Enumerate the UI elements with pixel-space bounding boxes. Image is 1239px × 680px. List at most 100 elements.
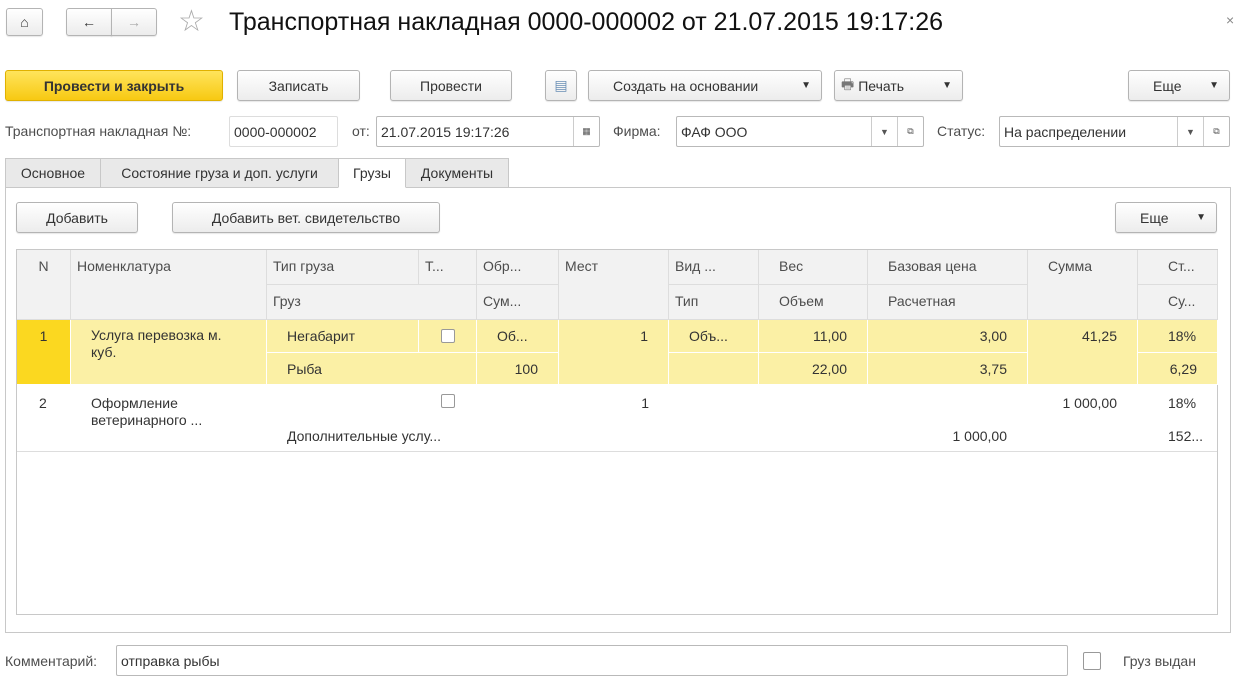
col-weight[interactable]: Вес [759, 250, 868, 285]
row1-n[interactable]: 1 [17, 320, 71, 385]
dropdown-icon: ▼ [801, 80, 811, 91]
row2-places: 1 [641, 395, 649, 411]
col-vat[interactable]: Ст... [1138, 250, 1218, 285]
row2-cargo: Дополнительные услу... [287, 428, 441, 444]
table-row[interactable]: 2 Оформление ветеринарного ... Дополните… [17, 385, 1217, 452]
row2-sum: 1 000,00 [1062, 395, 1118, 411]
post-button[interactable]: Провести [390, 70, 512, 101]
date-value: 21.07.2015 19:17:26 [381, 123, 510, 140]
col-base-price[interactable]: Базовая цена [868, 250, 1028, 285]
cargo-more-button[interactable]: Еще ▼ [1115, 202, 1217, 233]
row2-vat-sum: 152... [1168, 428, 1204, 444]
row1-volume[interactable]: 22,00 [759, 353, 868, 385]
row1-summ[interactable]: 100 [477, 353, 559, 385]
row1-vat[interactable]: 18% [1138, 320, 1218, 353]
row2-calc: 1 000,00 [952, 428, 1008, 444]
print-label: Печать [858, 77, 905, 94]
row1-sum[interactable]: 41,25 [1028, 320, 1138, 385]
col-tip[interactable]: Тип [669, 285, 759, 320]
row1-vat-sum[interactable]: 6,29 [1138, 353, 1218, 385]
row1-base-price[interactable]: 3,00 [868, 320, 1028, 353]
col-t[interactable]: Т... [419, 250, 477, 285]
home-button[interactable]: ⌂ [6, 8, 43, 36]
page-title: Транспортная накладная 0000-000002 от 21… [229, 8, 944, 36]
arrow-right-icon: → [127, 14, 141, 30]
dropdown-icon[interactable]: ▼ [1177, 117, 1203, 146]
date-field[interactable]: 21.07.2015 19:17:26 ▦ [376, 116, 600, 147]
col-vat-sum[interactable]: Су... [1138, 285, 1218, 320]
checkbox[interactable] [440, 329, 455, 343]
row1-weight[interactable]: 11,00 [759, 320, 868, 353]
more-label: Еще [1153, 77, 1182, 94]
col-volume[interactable]: Объем [759, 285, 868, 320]
cargo-issued-label: Груз выдан [1123, 653, 1196, 669]
dropdown-icon: ▼ [942, 80, 952, 91]
tab-cargo[interactable]: Грузы [338, 158, 406, 188]
col-calc[interactable]: Расчетная [868, 285, 1028, 320]
firm-label: Фирма: [613, 123, 661, 139]
dropdown-icon: ▼ [1209, 80, 1219, 91]
add-button[interactable]: Добавить [16, 202, 138, 233]
date-label: от: [352, 123, 370, 139]
arrow-left-icon: ← [82, 14, 96, 30]
report-button[interactable]: ▤ [545, 70, 577, 101]
add-vet-certificate-button[interactable]: Добавить вет. свидетельство [172, 202, 440, 233]
open-icon[interactable]: ⧉ [897, 117, 923, 146]
status-field[interactable]: На распределении ▼ ⧉ [999, 116, 1230, 147]
col-sum[interactable]: Сумма [1028, 250, 1138, 320]
status-label: Статус: [937, 123, 986, 139]
post-and-close-button[interactable]: Провести и закрыть [5, 70, 223, 101]
more-label: Еще [1140, 209, 1169, 226]
calendar-icon[interactable]: ▦ [573, 117, 599, 146]
document-icon: ▤ [554, 77, 568, 93]
printer-icon: 🖶 [841, 75, 855, 92]
col-n[interactable]: N [17, 250, 71, 320]
row1-tip[interactable] [669, 353, 759, 385]
tab-cargo-state[interactable]: Состояние груза и доп. услуги [100, 158, 339, 188]
comment-field[interactable]: отправка рыбы [116, 645, 1068, 676]
col-kind[interactable]: Вид ... [669, 250, 759, 285]
firm-field[interactable]: ФАФ ООО ▼ ⧉ [676, 116, 924, 147]
col-nomenclature[interactable]: Номенклатура [71, 250, 267, 320]
dropdown-icon: ▼ [1196, 212, 1206, 223]
row1-nomenclature[interactable]: Услуга перевозка м. куб. [71, 320, 267, 385]
col-obr[interactable]: Обр... [477, 250, 559, 285]
col-cargo-type[interactable]: Тип груза [267, 250, 419, 285]
row1-kind[interactable]: Объ... [669, 320, 759, 353]
dropdown-icon[interactable]: ▼ [871, 117, 897, 146]
row1-places[interactable]: 1 [559, 320, 669, 385]
more-button[interactable]: Еще ▼ [1128, 70, 1230, 101]
col-summ[interactable]: Сум... [477, 285, 559, 320]
tab-documents[interactable]: Документы [405, 158, 509, 188]
row1-calc[interactable]: 3,75 [868, 353, 1028, 385]
create-based-label: Создать на основании [613, 77, 759, 94]
row1-obr[interactable]: Об... [477, 320, 559, 353]
save-button[interactable]: Записать [237, 70, 360, 101]
close-icon[interactable]: × [1226, 12, 1234, 28]
forward-button[interactable]: → [111, 8, 157, 36]
col-places[interactable]: Мест [559, 250, 669, 320]
home-icon: ⌂ [20, 14, 29, 30]
row1-cargo[interactable]: Рыба [267, 353, 477, 385]
number-label: Транспортная накладная №: [5, 123, 192, 139]
cargo-issued-checkbox[interactable] [1083, 652, 1101, 670]
print-button[interactable]: 🖶 Печать ▼ [834, 70, 963, 101]
row2-nomenclature: Оформление ветеринарного ... [91, 395, 203, 428]
col-cargo[interactable]: Груз [267, 285, 477, 320]
status-value: На распределении [1004, 123, 1127, 140]
row1-t[interactable] [419, 320, 477, 353]
number-field[interactable]: 0000-000002 [229, 116, 338, 147]
open-icon[interactable]: ⧉ [1203, 117, 1229, 146]
comment-label: Комментарий: [5, 653, 98, 669]
back-button[interactable]: ← [66, 8, 112, 36]
star-icon[interactable]: ☆ [178, 4, 205, 39]
firm-value: ФАФ ООО [681, 123, 748, 140]
checkbox[interactable] [441, 394, 455, 408]
row2-vat: 18% [1168, 395, 1197, 411]
row2-t[interactable] [441, 394, 455, 411]
create-based-button[interactable]: Создать на основании ▼ [588, 70, 822, 101]
row1-cargo-type[interactable]: Негабарит [267, 320, 419, 353]
tab-main[interactable]: Основное [5, 158, 101, 188]
row2-n: 2 [39, 395, 47, 411]
cargo-table: N Номенклатура Тип груза Т... Обр... Гру… [16, 249, 1218, 615]
